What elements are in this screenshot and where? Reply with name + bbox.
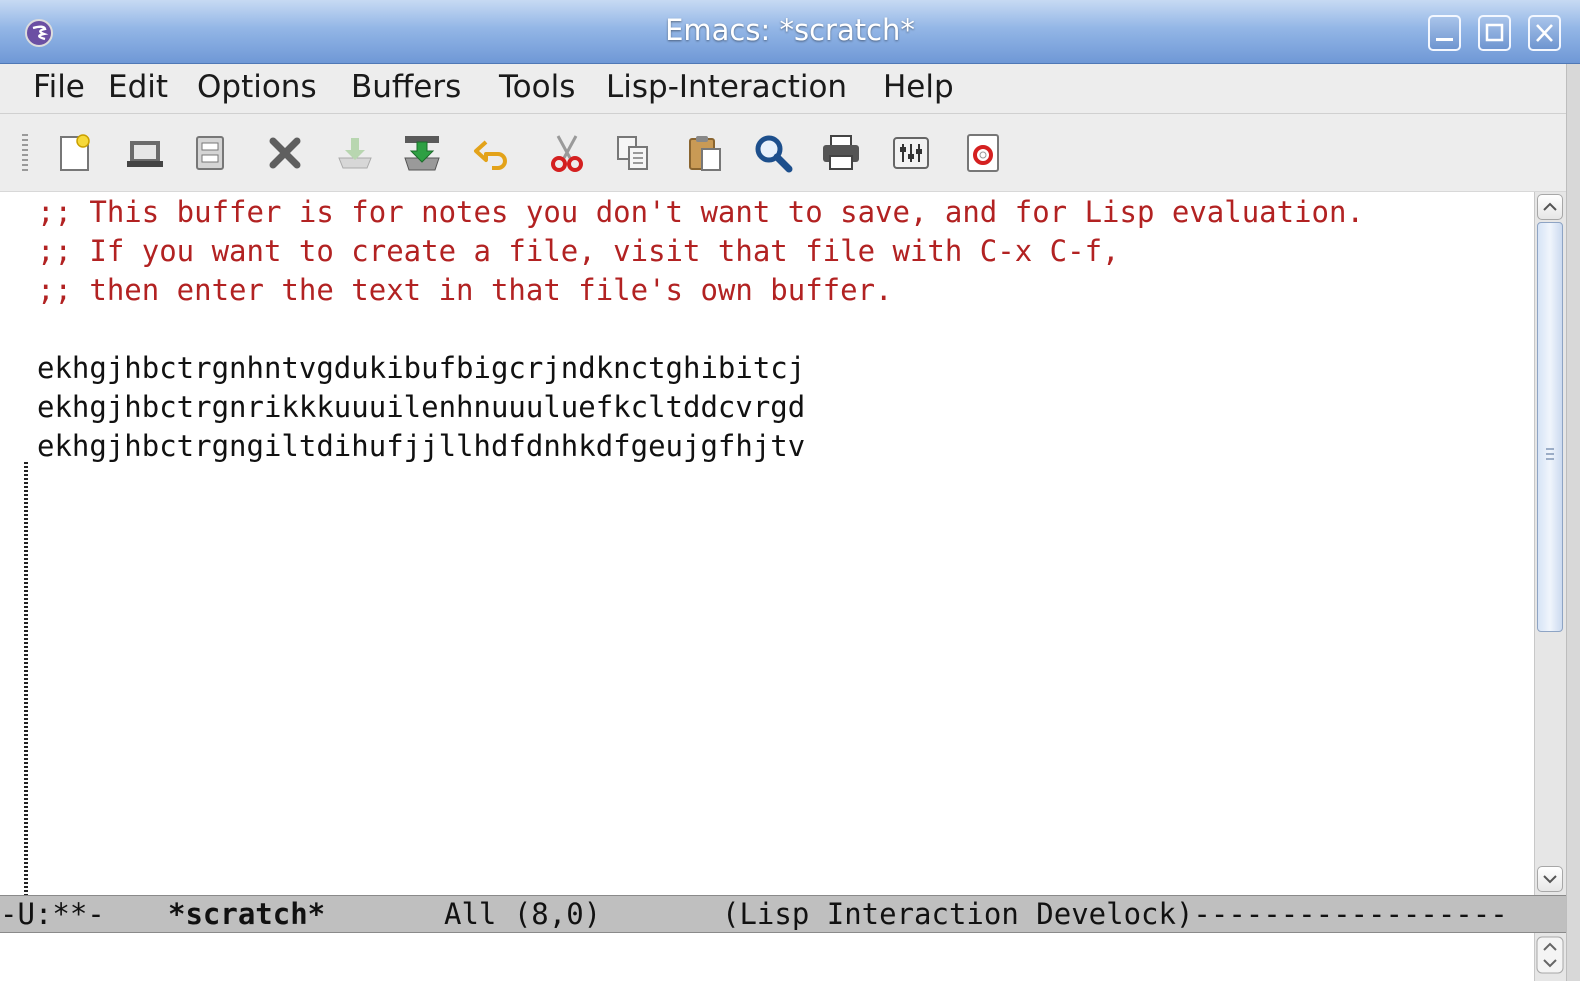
menu-edit[interactable]: Edit [108, 69, 168, 105]
menu-help[interactable]: Help [883, 69, 954, 105]
search-icon[interactable] [752, 132, 794, 174]
scroll-thumb[interactable] [1537, 222, 1563, 632]
minimize-icon [1436, 38, 1453, 41]
title-bar[interactable]: Emacs: *scratch* [0, 0, 1580, 64]
buffer-line[interactable]: ekhgjhbctrgnhntvgdukibufbigcrjndknctghib… [37, 349, 805, 388]
new-file-icon[interactable] [54, 132, 96, 174]
maximize-button[interactable] [1478, 15, 1511, 51]
window-frame-edge [1566, 64, 1580, 981]
buffer-line[interactable]: ;; If you want to create a file, visit t… [37, 232, 1120, 271]
toolbar-grip[interactable] [22, 134, 28, 174]
scroll-down-button[interactable] [1537, 866, 1563, 892]
window-title: Emacs: *scratch* [665, 13, 915, 47]
menu-options[interactable]: Options [197, 69, 317, 105]
close-buffer-icon[interactable] [264, 132, 306, 174]
tool-bar [0, 114, 1580, 192]
menu-bar: File Edit Options Buffers Tools Lisp-Int… [0, 64, 1580, 114]
mode-line[interactable]: -U:**- *scratch* All (8,0) (Lisp Interac… [0, 895, 1580, 933]
buffer-line[interactable]: ekhgjhbctrgnrikkkuuuilenhnuuuluefkcltddc… [37, 388, 805, 427]
menu-lisp-interaction[interactable]: Lisp-Interaction [606, 69, 847, 105]
save-icon[interactable] [189, 132, 231, 174]
help-icon[interactable] [962, 132, 1004, 174]
chevron-down-icon [1543, 875, 1557, 884]
menu-file[interactable]: File [33, 69, 85, 105]
modeline-buffer-name[interactable]: *scratch* [168, 897, 325, 931]
close-icon [1536, 24, 1553, 42]
preferences-icon[interactable] [890, 132, 932, 174]
vertical-scrollbar[interactable] [1534, 192, 1566, 895]
maximize-icon [1485, 23, 1504, 42]
open-folder-icon[interactable] [124, 132, 166, 174]
save-download-icon[interactable] [401, 132, 443, 174]
minibuffer-scroll-arrows-icon [1536, 936, 1564, 974]
paste-icon[interactable] [684, 132, 726, 174]
undo-icon[interactable] [472, 132, 514, 174]
copy-icon[interactable] [612, 132, 654, 174]
close-button[interactable] [1528, 15, 1561, 51]
buffer-line[interactable]: ekhgjhbctrgngiltdihufjjllhdfdnhkdfgeujgf… [37, 427, 805, 466]
minibuffer-scrollbar[interactable] [1534, 933, 1566, 981]
modeline-position: All (8,0) [444, 897, 602, 931]
print-icon[interactable] [820, 132, 862, 174]
emacs-window: Emacs: *scratch* File Edit Options Buffe… [0, 0, 1580, 981]
menu-tools[interactable]: Tools [499, 69, 575, 105]
left-fringe [0, 192, 35, 895]
buffer-line[interactable]: ;; This buffer is for notes you don't wa… [37, 193, 1364, 232]
grip-icon [1546, 448, 1554, 460]
scroll-up-button[interactable] [1537, 194, 1563, 220]
modeline-status: -U:**- [0, 897, 105, 931]
minibuffer[interactable] [0, 933, 1534, 981]
save-as-icon[interactable] [334, 132, 376, 174]
modeline-mode[interactable]: (Lisp Interaction Develock)-------------… [722, 897, 1508, 931]
buffer-line[interactable]: ;; then enter the text in that file's ow… [37, 271, 893, 310]
menu-buffers[interactable]: Buffers [351, 69, 461, 105]
cut-icon[interactable] [546, 132, 588, 174]
chevron-up-icon [1543, 202, 1557, 211]
minimize-button[interactable] [1428, 15, 1461, 51]
empty-lines-indicator [24, 462, 28, 895]
